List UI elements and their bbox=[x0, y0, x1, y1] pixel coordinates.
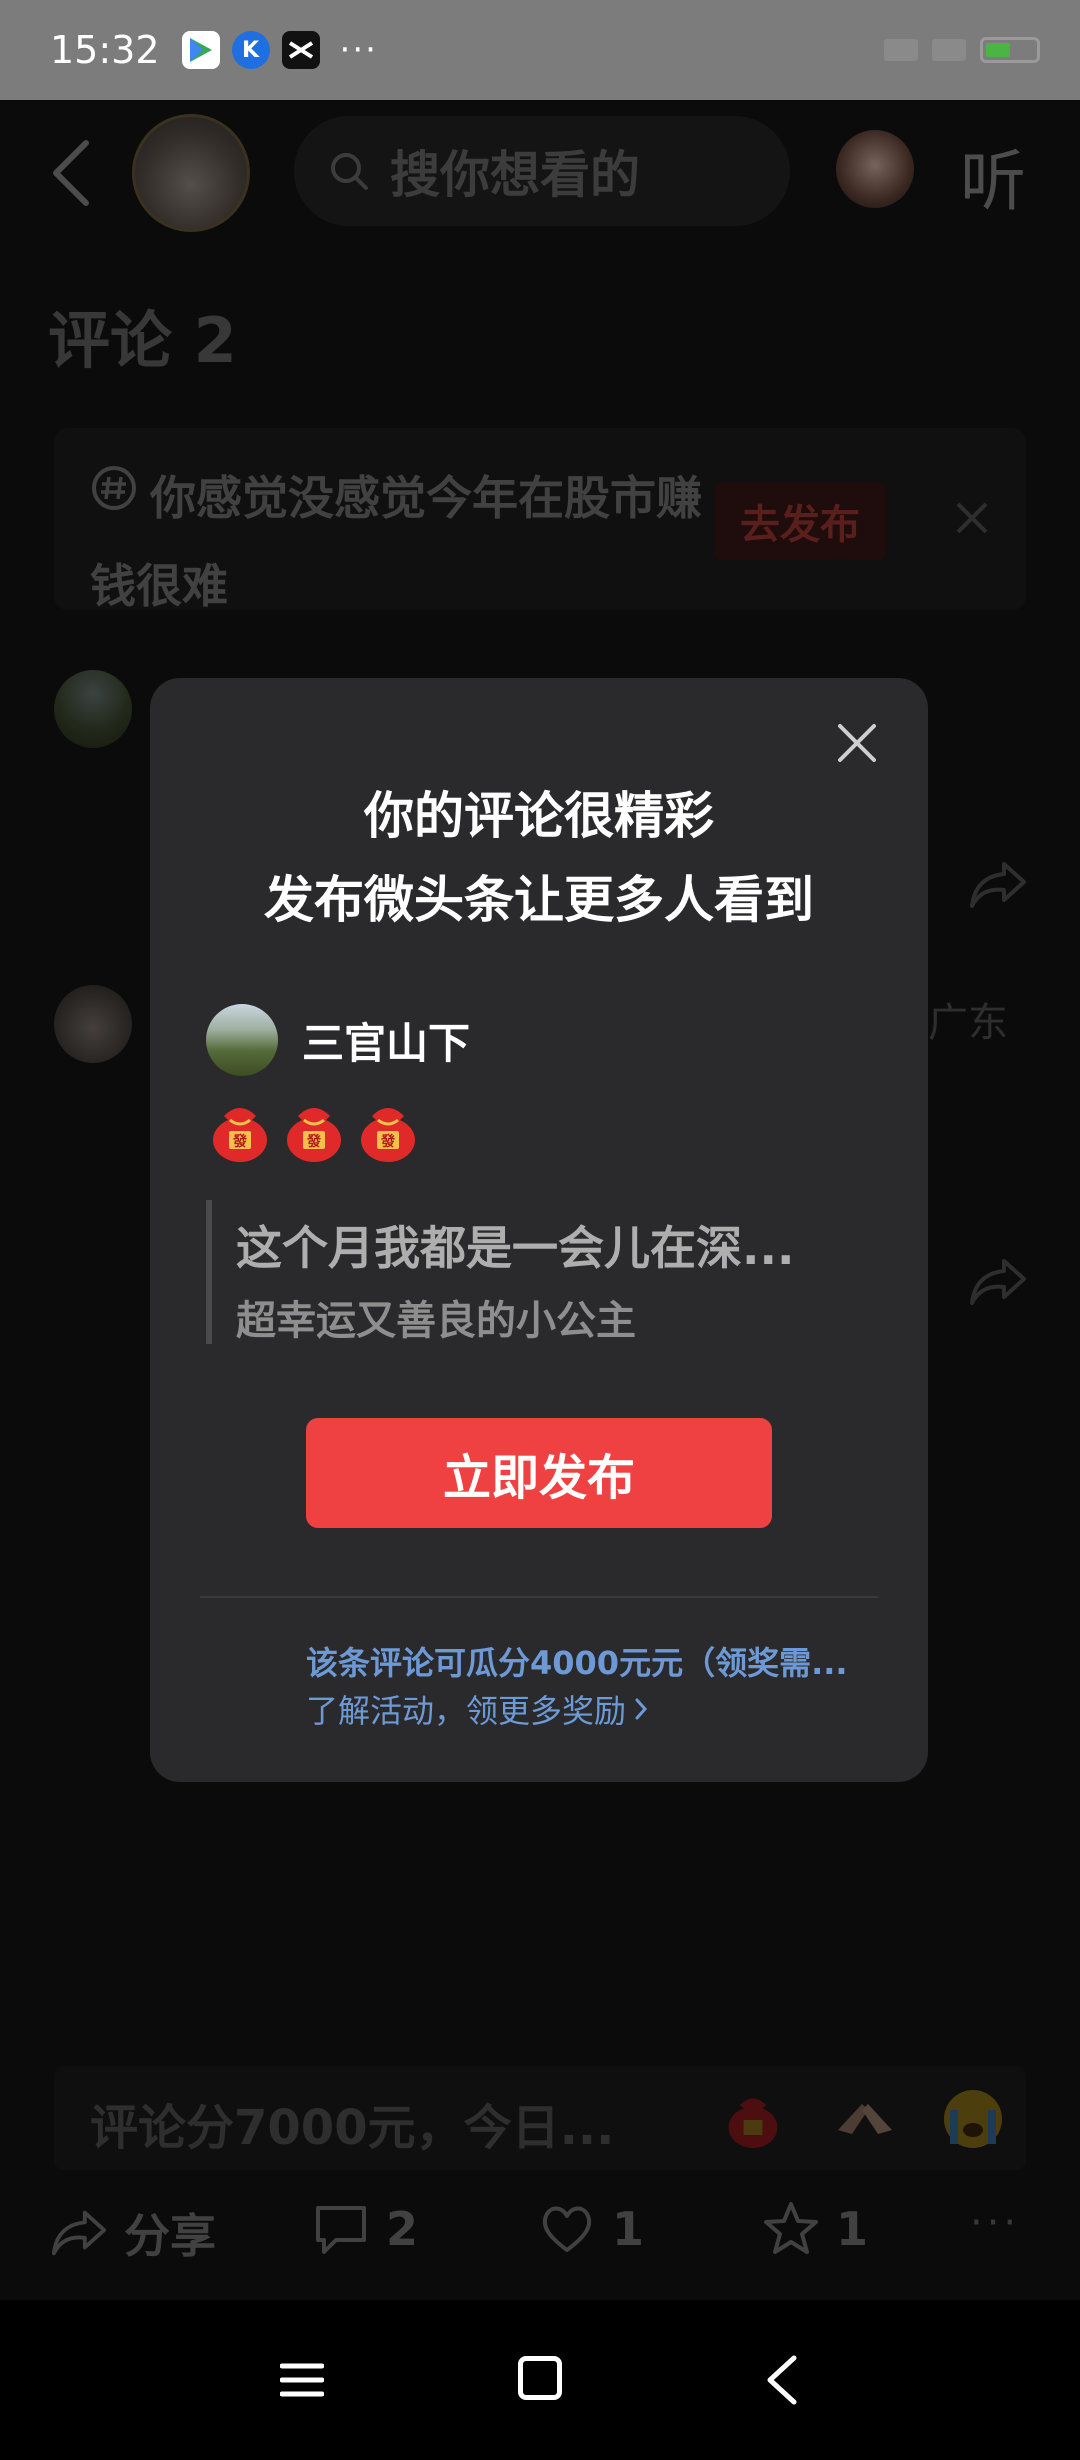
capcut-icon bbox=[281, 31, 320, 69]
close-icon[interactable] bbox=[836, 722, 878, 764]
status-more-icon: ··· bbox=[339, 30, 378, 70]
publish-now-button[interactable]: 立即发布 bbox=[306, 1418, 772, 1528]
reward-link[interactable]: 了解活动，领更多奖励 bbox=[306, 1686, 648, 1732]
post-emojis: 發 發 發 bbox=[208, 1098, 420, 1164]
svg-text:發: 發 bbox=[306, 1133, 322, 1150]
status-time: 15:32 bbox=[50, 28, 160, 72]
system-nav-bar bbox=[0, 2300, 1080, 2460]
k-app-icon: K bbox=[231, 31, 270, 69]
red-bag-emoji-icon: 發 bbox=[213, 1108, 267, 1162]
svg-text:發: 發 bbox=[380, 1133, 396, 1150]
status-bar: 15:32 K ··· bbox=[0, 0, 1080, 100]
reward-text: 该条评论可瓜分4000元元（领奖需... bbox=[306, 1644, 848, 1682]
wifi-icon bbox=[932, 39, 966, 61]
quote-text: 这个月我都是一会儿在深... bbox=[236, 1221, 795, 1275]
modal-title-line2: 发布微头条让更多人看到 bbox=[264, 871, 814, 929]
quote-source: 超幸运又善良的小公主 bbox=[236, 1298, 636, 1344]
modal-title: 你的评论很精彩 发布微头条让更多人看到 bbox=[150, 774, 928, 942]
quote-bar bbox=[206, 1200, 212, 1344]
modal-title-line1: 你的评论很精彩 bbox=[364, 787, 714, 845]
google-play-icon bbox=[181, 31, 220, 69]
red-bag-emoji-icon: 發 bbox=[361, 1108, 415, 1162]
status-app-icons: K ··· bbox=[181, 30, 378, 70]
svg-text:發: 發 bbox=[232, 1133, 248, 1150]
system-back-icon[interactable] bbox=[764, 2354, 800, 2406]
home-icon[interactable] bbox=[518, 2356, 562, 2400]
modal-divider bbox=[200, 1596, 878, 1598]
battery-icon bbox=[980, 37, 1040, 63]
status-indicators bbox=[780, 32, 1040, 68]
red-bag-emoji-icon: 發 bbox=[287, 1108, 341, 1162]
signal-icon bbox=[884, 39, 918, 61]
post-author-avatar bbox=[206, 1004, 278, 1076]
publish-modal: 你的评论很精彩 发布微头条让更多人看到 三官山下 發 發 發 这个月我都是一会儿… bbox=[150, 678, 928, 1782]
post-author-name: 三官山下 bbox=[302, 1019, 471, 1068]
recent-apps-icon[interactable] bbox=[280, 2358, 324, 2402]
reward-link-label: 了解活动，领更多奖励 bbox=[306, 1692, 627, 1730]
chevron-right-icon bbox=[635, 1698, 648, 1720]
